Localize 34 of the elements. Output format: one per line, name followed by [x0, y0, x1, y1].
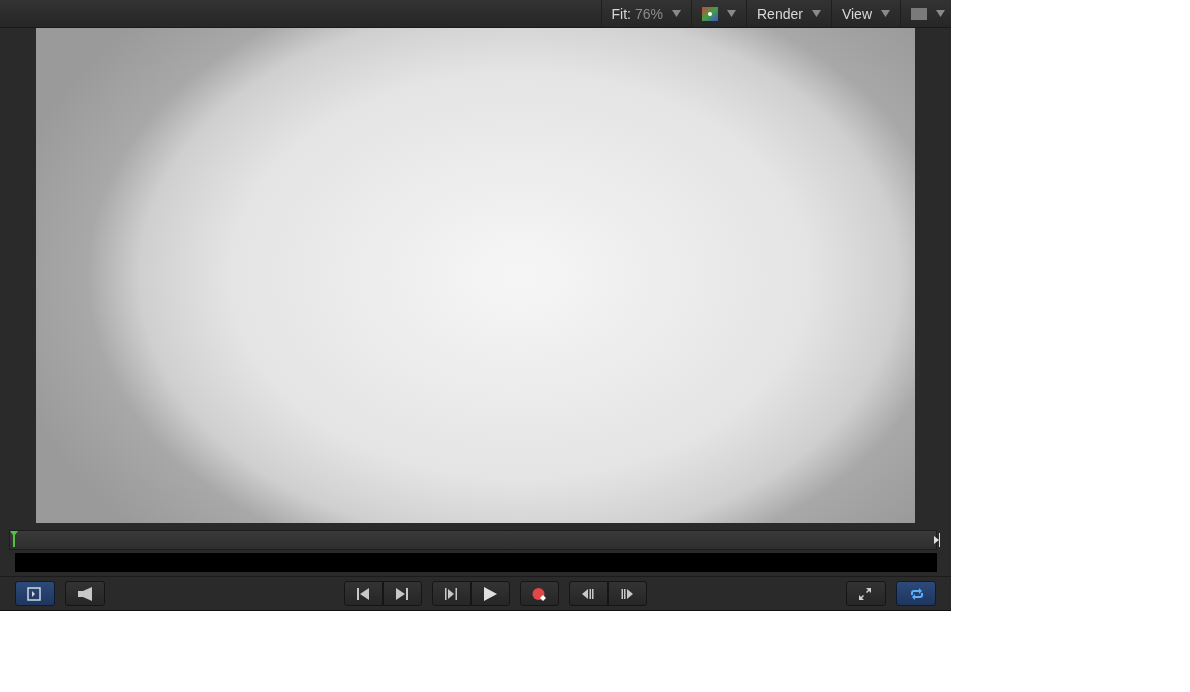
sidebar-toggle-button[interactable]: [15, 581, 55, 607]
transport-button[interactable]: [432, 581, 471, 607]
transport-button[interactable]: [520, 581, 559, 607]
speaker-icon: [77, 586, 93, 601]
transport-button[interactable]: [471, 581, 510, 607]
expand-icon: [858, 586, 874, 601]
sidebar-toggle-icon: [27, 586, 43, 601]
timeline-track[interactable]: [9, 530, 937, 551]
zoom-menu[interactable]: Fit: 76%: [600, 0, 691, 27]
transport-button[interactable]: [846, 581, 886, 607]
previous-frame-icon: [580, 586, 597, 601]
skip-to-start-icon: [355, 586, 372, 601]
color-channels-icon: [702, 6, 718, 21]
caret-icon: [727, 10, 736, 17]
caret-icon: [881, 10, 890, 17]
play-range-icon: [443, 586, 460, 601]
loop-button[interactable]: [896, 581, 936, 607]
play-icon: [482, 586, 499, 601]
caret-icon: [811, 10, 821, 17]
out-point-marker[interactable]: [934, 533, 940, 548]
loop-icon: [908, 586, 924, 601]
rectangle-icon: [911, 7, 927, 20]
toolbar-menu[interactable]: Render: [746, 0, 831, 27]
skip-to-end-icon: [394, 586, 411, 601]
caret-icon: [672, 10, 681, 17]
toolbar-menu[interactable]: View: [830, 0, 900, 27]
caret-icon: [936, 10, 945, 17]
transport-button[interactable]: [608, 581, 647, 607]
transport-button[interactable]: [383, 581, 422, 607]
transport-button[interactable]: [569, 581, 608, 607]
record-icon: [531, 586, 548, 601]
transport-button[interactable]: [65, 581, 105, 607]
transport-button[interactable]: [344, 581, 383, 607]
playhead[interactable]: [10, 531, 18, 548]
